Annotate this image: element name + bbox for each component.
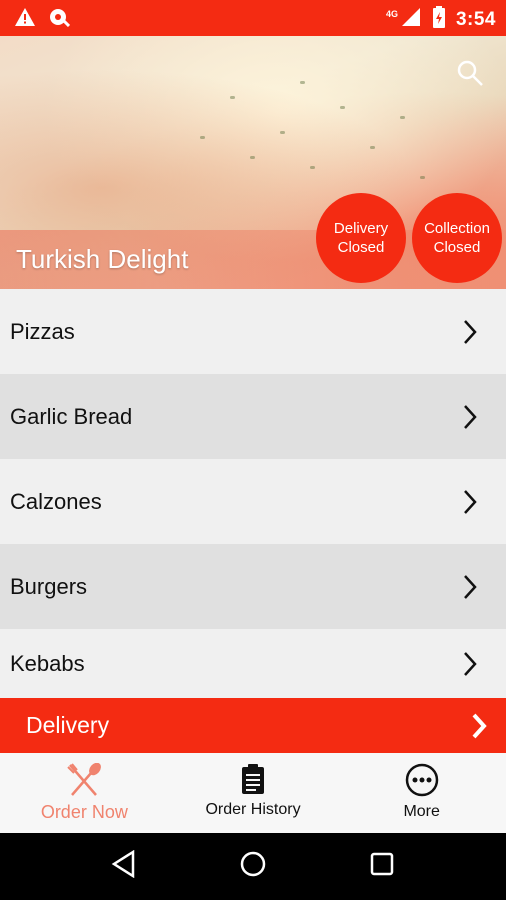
- system-nav-bar: [0, 833, 506, 900]
- tab-label: Order History: [205, 801, 301, 818]
- search-button[interactable]: [455, 58, 487, 90]
- tab-more[interactable]: More: [337, 753, 506, 833]
- menu-item-calzones[interactable]: Calzones: [0, 459, 506, 544]
- delivery-mode-bar[interactable]: Delivery: [0, 698, 506, 753]
- recents-icon: [370, 852, 394, 876]
- chevron-right-icon: [472, 713, 487, 738]
- menu-item-label: Burgers: [10, 573, 88, 599]
- hero-banner: Turkish Delight Delivery Closed Collecti…: [0, 36, 506, 289]
- chevron-right-icon: [464, 489, 477, 514]
- recents-button[interactable]: [369, 851, 395, 882]
- menu-item-label: Pizzas: [10, 318, 75, 344]
- home-button[interactable]: [239, 850, 267, 883]
- delivery-mode-label: Delivery: [26, 712, 110, 738]
- collection-status-line1: Collection: [424, 220, 490, 237]
- chevron-right-icon: [464, 652, 477, 676]
- collection-status-line2: Closed: [433, 239, 481, 256]
- more-icon: [405, 763, 438, 797]
- menu-item-garlic-bread[interactable]: Garlic Bread: [0, 374, 506, 459]
- tab-order-history[interactable]: Order History: [169, 753, 338, 833]
- signal-icon: [400, 6, 422, 33]
- menu-item-label: Kebabs: [10, 651, 85, 676]
- delivery-status-line1: Delivery: [333, 220, 389, 237]
- back-button[interactable]: [111, 849, 137, 883]
- chevron-right-icon: [464, 574, 477, 599]
- tab-order-now[interactable]: Order Now: [0, 753, 169, 833]
- fork-knife-icon: [67, 763, 102, 796]
- chevron-right-icon: [464, 404, 477, 429]
- menu-item-pizzas[interactable]: Pizzas: [0, 289, 506, 374]
- chevron-right-icon: [464, 319, 477, 344]
- status-time: 3:54: [455, 8, 496, 30]
- status-bar: 4G 3:54: [0, 0, 506, 36]
- back-icon: [111, 849, 135, 879]
- battery-icon: [432, 6, 446, 33]
- menu-item-kebabs[interactable]: Kebabs: [0, 629, 506, 699]
- clipboard-icon: [242, 764, 264, 794]
- collection-status-badge: Collection Closed: [412, 193, 502, 283]
- menu-category-list: Pizzas Garlic Bread Calzones Burgers Keb…: [0, 289, 506, 699]
- delivery-status-badge: Delivery Closed: [316, 193, 406, 283]
- location-icon: [48, 7, 71, 32]
- bottom-tab-bar: Order Now Order History More: [0, 753, 506, 833]
- tab-label: Order Now: [40, 802, 128, 822]
- network-type: 4G: [385, 8, 398, 19]
- delivery-status-line2: Closed: [337, 239, 385, 256]
- menu-item-label: Garlic Bread: [10, 403, 133, 429]
- menu-item-burgers[interactable]: Burgers: [0, 544, 506, 629]
- menu-item-label: Calzones: [10, 488, 102, 514]
- home-icon: [240, 851, 266, 877]
- alert-icon: [14, 7, 36, 32]
- restaurant-name: Turkish Delight: [16, 244, 189, 274]
- search-icon: [457, 60, 483, 86]
- tab-label: More: [403, 803, 440, 820]
